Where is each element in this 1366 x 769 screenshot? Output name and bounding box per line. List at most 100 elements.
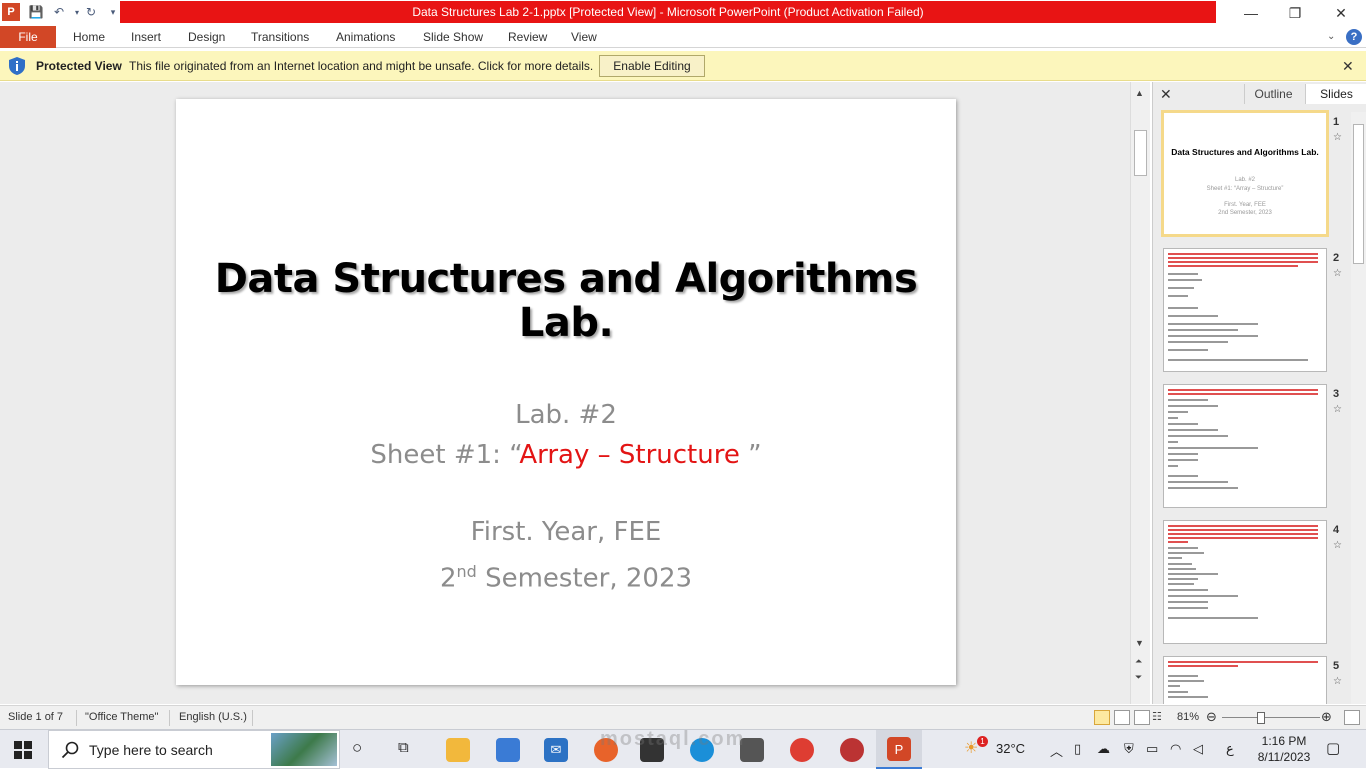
year-line: First. Year, FEE [470, 517, 662, 547]
thumb-number: 4 [1333, 524, 1340, 536]
zoom-level[interactable]: 81% [1177, 711, 1199, 723]
slide-title[interactable]: Data Structures and Algorithms Lab. [176, 257, 956, 345]
tab-view[interactable]: View [571, 26, 597, 48]
protected-view-message[interactable]: This file originated from an Internet lo… [129, 59, 593, 73]
file-explorer-icon[interactable] [446, 738, 470, 762]
media-app-icon[interactable] [840, 738, 864, 762]
search-icon [61, 741, 79, 759]
notifications-icon[interactable]: ▢ [1326, 739, 1340, 757]
title-bar: P 💾 ↶ ▾ ↻ ▾ Data Structures Lab 2-1.pptx… [0, 0, 1366, 26]
microsoft-store-icon[interactable] [496, 738, 520, 762]
close-button[interactable]: ✕ [1318, 0, 1364, 26]
previous-slide-icon[interactable]: ⏶ [1135, 656, 1142, 667]
slide-thumbnail-2[interactable] [1163, 248, 1327, 372]
battery-icon[interactable]: ▭ [1146, 741, 1158, 757]
device-icon[interactable]: ▯ [1074, 741, 1081, 757]
language[interactable]: English (U.S.) [179, 711, 247, 723]
clock-date: 8/11/2023 [1257, 750, 1311, 764]
theme-name[interactable]: "Office Theme" [85, 711, 158, 723]
taskbar-search-box[interactable]: Type here to search [48, 730, 340, 769]
pane-scroll-thumb[interactable] [1353, 124, 1364, 264]
scroll-thumb[interactable] [1134, 130, 1147, 176]
scroll-down-arrow[interactable]: ▼ [1135, 638, 1144, 648]
tab-transitions[interactable]: Transitions [251, 26, 309, 48]
close-icon[interactable]: ✕ [1342, 58, 1354, 75]
tab-insert[interactable]: Insert [131, 26, 161, 48]
clock-time: 1:16 PM [1261, 734, 1307, 748]
sheet-line: Sheet #1: “Array – Structure ” [370, 440, 762, 470]
wifi-icon[interactable]: ◠ [1170, 741, 1181, 757]
zoom-slider[interactable] [1222, 717, 1320, 718]
zoom-in-icon[interactable]: ⊕ [1321, 709, 1332, 725]
undo-icon[interactable]: ↶ [50, 3, 68, 21]
powerpoint-app-icon[interactable]: P [2, 3, 20, 21]
tab-slides[interactable]: Slides [1305, 84, 1366, 104]
search-highlight-image [271, 733, 337, 766]
expand-ribbon-icon[interactable]: ⌄ [1327, 26, 1335, 48]
status-bar: Slide 1 of 7 "Office Theme" English (U.S… [0, 705, 1366, 729]
close-pane-icon[interactable]: ✕ [1160, 86, 1172, 103]
restore-button[interactable]: ❐ [1272, 0, 1318, 26]
zoom-slider-knob[interactable] [1257, 712, 1265, 724]
thumb-number: 1 [1333, 116, 1340, 128]
fit-to-window-icon[interactable] [1344, 710, 1360, 725]
slide-thumbnail-5[interactable] [1163, 656, 1327, 704]
tab-outline[interactable]: Outline [1244, 84, 1302, 104]
redo-icon[interactable]: ↻ [82, 3, 100, 21]
minimize-button[interactable]: — [1228, 0, 1274, 26]
slide-thumbnail-1[interactable]: Data Structures and Algorithms Lab. Lab.… [1161, 110, 1329, 237]
thumb-number: 3 [1333, 388, 1340, 400]
scroll-up-arrow[interactable]: ▲ [1135, 88, 1144, 98]
semester-line: 2nd Semester, 2023 [439, 562, 693, 594]
slide-thumbnail-4[interactable] [1163, 520, 1327, 644]
weather-temp[interactable]: 32°C [996, 741, 1025, 756]
slide-show-icon[interactable]: ☷ [1152, 710, 1168, 725]
cortana-icon[interactable]: ○ [352, 738, 362, 758]
slide-date-block[interactable]: First. Year, FEE 2nd Semester, 2023 [176, 513, 956, 599]
normal-view-icon[interactable] [1094, 710, 1110, 725]
tab-animations[interactable]: Animations [336, 26, 395, 48]
slide-editor-area: Data Structures and Algorithms Lab. Lab.… [0, 82, 1130, 704]
transition-star-icon: ☆ [1333, 404, 1342, 415]
taskbar-clock[interactable]: 1:16 PM 8/11/2023 [1256, 733, 1312, 765]
weather-badge: 1 [977, 736, 988, 747]
transition-star-icon: ☆ [1333, 132, 1342, 143]
shield-icon [9, 57, 25, 75]
tab-file[interactable]: File [0, 26, 56, 48]
chrome-icon[interactable] [790, 738, 814, 762]
slide-counter: Slide 1 of 7 [8, 711, 64, 723]
tab-home[interactable]: Home [73, 26, 105, 48]
slides-pane: ✕ Outline Slides 1 ☆ Data Structures and… [1152, 82, 1366, 704]
mail-icon[interactable]: ✉ [544, 738, 568, 762]
powerpoint-taskbar-button[interactable]: P [876, 730, 922, 769]
protected-view-title: Protected View [36, 59, 122, 73]
enable-editing-button[interactable]: Enable Editing [599, 55, 705, 77]
volume-icon[interactable]: ◁ [1193, 741, 1203, 757]
next-slide-icon[interactable]: ⏷ [1135, 672, 1142, 683]
tab-review[interactable]: Review [508, 26, 547, 48]
help-icon[interactable]: ? [1346, 29, 1362, 45]
windows-start-icon[interactable] [14, 741, 32, 759]
slide-sorter-icon[interactable] [1114, 710, 1130, 725]
security-icon[interactable]: ⛨ [1124, 741, 1134, 757]
task-view-icon[interactable]: ⧉ [398, 739, 409, 756]
slide-subtitle[interactable]: Lab. #2 Sheet #1: “Array – Structure ” [176, 395, 956, 475]
slide-canvas[interactable]: Data Structures and Algorithms Lab. Lab.… [176, 99, 956, 685]
chevron-up-icon[interactable]: ︿ [1050, 741, 1063, 760]
sheet-topic: Array – Structure [519, 440, 740, 470]
powerpoint-icon: P [887, 737, 911, 761]
tab-slide-show[interactable]: Slide Show [423, 26, 483, 48]
slide-thumbnail-3[interactable] [1163, 384, 1327, 508]
ribbon-tabs: File Home Insert Design Transitions Anim… [0, 26, 1366, 48]
zoom-out-icon[interactable]: ⊖ [1206, 709, 1217, 725]
reading-view-icon[interactable] [1134, 710, 1150, 725]
transition-star-icon: ☆ [1333, 540, 1342, 551]
protected-view-bar: Protected View This file originated from… [0, 51, 1366, 81]
save-icon[interactable]: 💾 [27, 3, 45, 21]
pane-scrollbar[interactable] [1351, 112, 1366, 704]
cloud-icon[interactable]: ☁ [1097, 741, 1110, 757]
tab-design[interactable]: Design [188, 26, 225, 48]
input-language[interactable]: ع [1226, 741, 1234, 757]
transition-star-icon: ☆ [1333, 268, 1342, 279]
slide-vertical-scrollbar[interactable]: ▲ ▼ ⏶ ⏷ [1130, 82, 1150, 704]
